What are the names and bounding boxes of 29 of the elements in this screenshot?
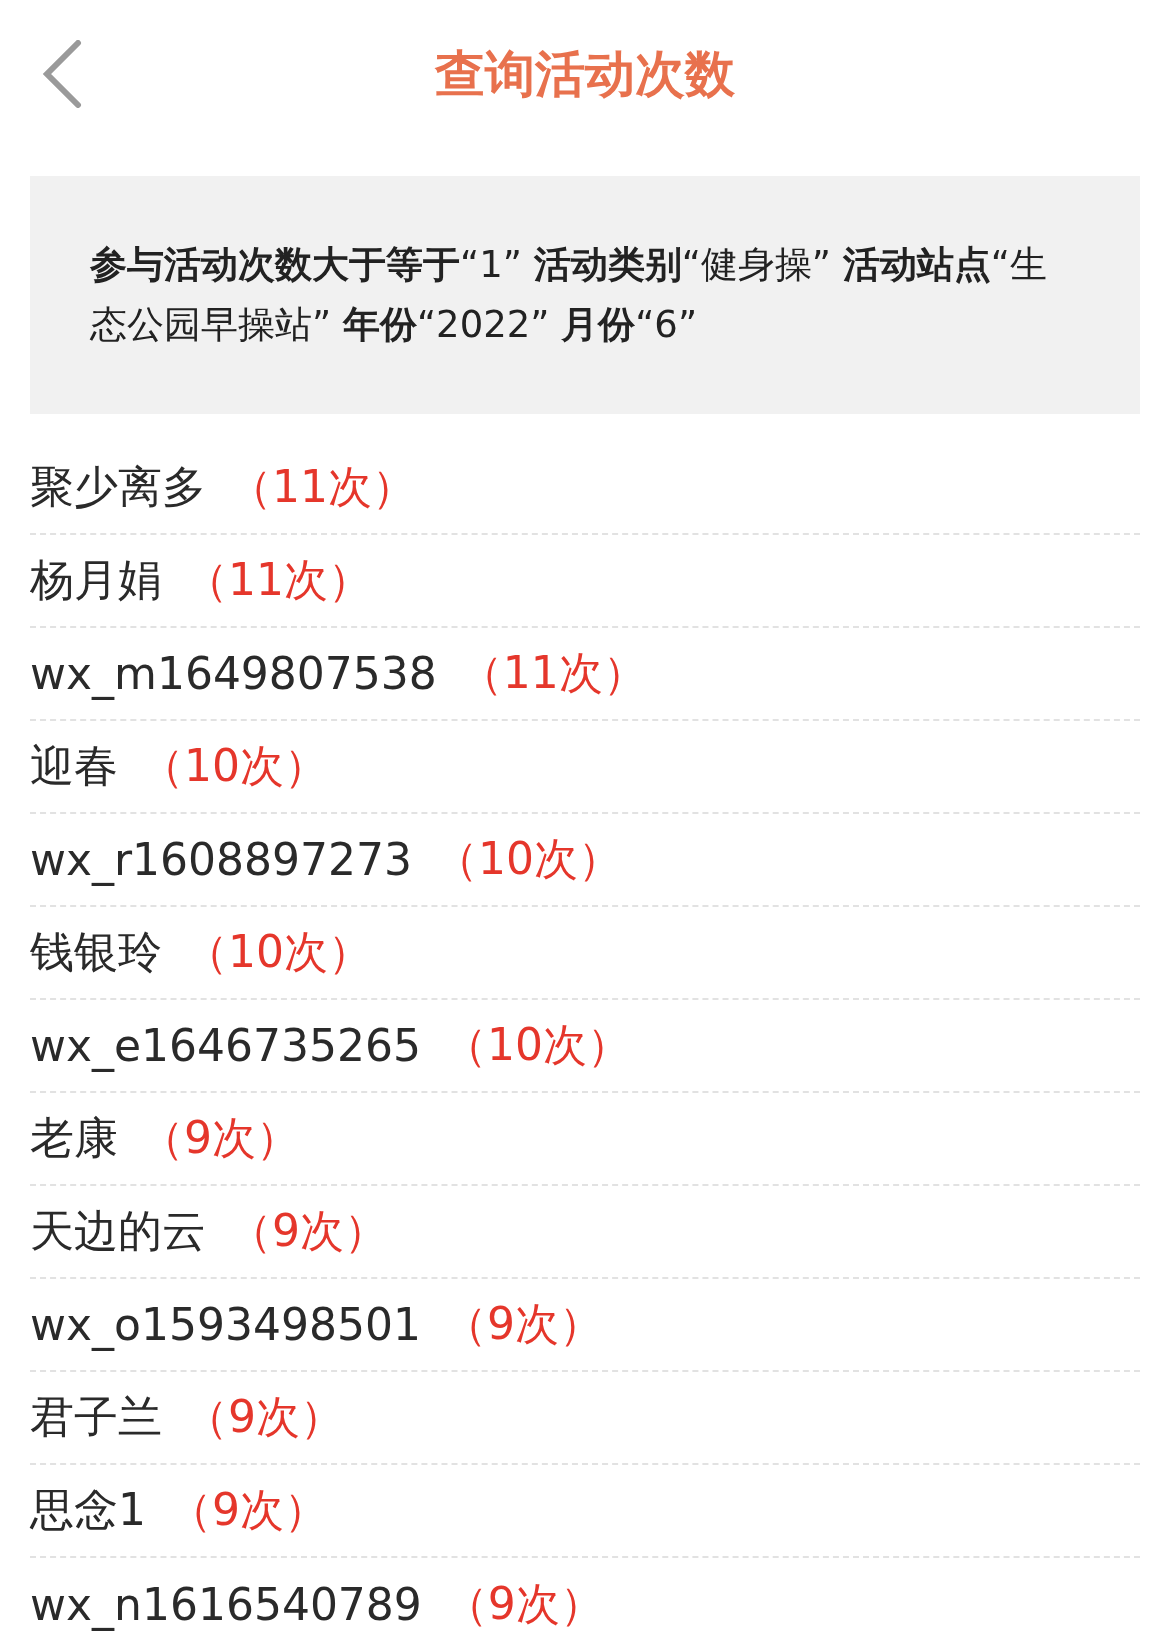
activity-count: （9次） <box>442 1297 603 1351</box>
activity-count: （11次） <box>228 460 416 514</box>
activity-count: （9次） <box>140 1111 300 1165</box>
activity-count: （9次） <box>228 1204 388 1258</box>
activity-count: （11次） <box>458 646 647 700</box>
member-name: wx_r1608897273 <box>30 834 413 885</box>
back-icon[interactable] <box>42 40 82 108</box>
member-name: 杨月娟 <box>30 553 162 607</box>
activity-count: （10次） <box>434 832 623 886</box>
member-name: wx_e1646735265 <box>30 1020 422 1071</box>
member-name: 天边的云 <box>30 1204 206 1258</box>
member-name: 君子兰 <box>30 1390 162 1444</box>
activity-count: （9次） <box>184 1390 344 1444</box>
member-name: wx_n1616540789 <box>30 1579 422 1630</box>
activity-count: （10次） <box>140 739 328 793</box>
filter-summary: 参与活动次数大于等于“1” 活动类别“健身操” 活动站点“生态公园早操站” 年份“2022” 月份“6” <box>90 242 1048 348</box>
member-name: wx_o1593498501 <box>30 1299 421 1350</box>
page-title: 查询活动次数 <box>435 43 735 105</box>
member-name: 钱银玲 <box>30 925 162 979</box>
member-name: 老康 <box>30 1111 118 1165</box>
member-name: 聚少离多 <box>30 460 206 514</box>
member-name: 思念1 <box>30 1483 146 1537</box>
activity-count: （9次） <box>168 1483 328 1537</box>
member-name: 迎春 <box>30 739 118 793</box>
activity-count: （10次） <box>184 925 372 979</box>
activity-count: （10次） <box>443 1018 632 1072</box>
activity-count: （11次） <box>184 553 372 607</box>
member-name: wx_m1649807538 <box>30 648 437 699</box>
activity-count: （9次） <box>443 1577 604 1631</box>
